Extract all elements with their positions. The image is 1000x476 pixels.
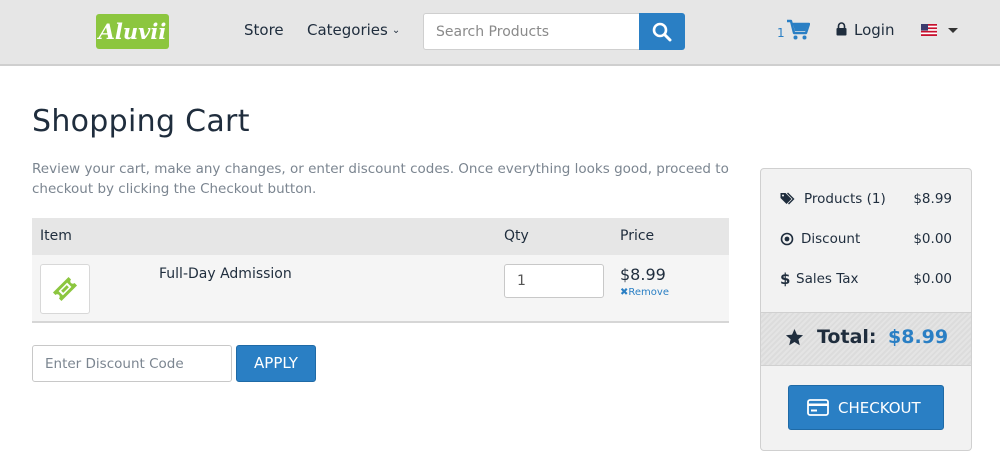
- item-price: $8.99: [620, 265, 666, 284]
- ticket-icon: [52, 276, 78, 302]
- summary-discount-value: $0.00: [913, 231, 952, 247]
- nav-categories-label: Categories: [307, 21, 388, 39]
- column-header-price: Price: [620, 228, 655, 244]
- summary-discount-label: Discount: [801, 231, 861, 247]
- summary-products-row: Products (1) $8.99: [761, 190, 971, 210]
- cart-table: Item Qty Price Full-Day Admission $8.99 …: [32, 218, 729, 323]
- nav-store-link[interactable]: Store: [244, 21, 284, 39]
- column-header-item: Item: [40, 228, 72, 244]
- summary-total-row: Total: $8.99: [761, 312, 971, 366]
- quantity-input[interactable]: [505, 265, 603, 297]
- apply-discount-button[interactable]: APPLY: [236, 345, 316, 382]
- aluvii-logo[interactable]: Aluvii: [96, 14, 169, 49]
- summary-products-label: Products (1): [804, 191, 886, 207]
- item-thumbnail: [40, 264, 90, 314]
- discount-code-field[interactable]: [32, 345, 232, 382]
- chevron-down-icon: ⌄: [391, 25, 401, 36]
- top-header: Aluvii Store Categories⌄ 1 Login: [0, 0, 1000, 66]
- summary-total-label: Total:: [817, 326, 877, 348]
- page-title: Shopping Cart: [32, 104, 250, 139]
- summary-total-value: $8.99: [888, 326, 949, 348]
- cart-count-badge[interactable]: 1: [777, 26, 785, 40]
- column-header-qty: Qty: [504, 228, 529, 244]
- summary-tax-label: Sales Tax: [796, 271, 859, 287]
- search-button[interactable]: [639, 13, 685, 50]
- table-row: Full-Day Admission $8.99 ✖Remove: [32, 255, 729, 323]
- discount-code-input[interactable]: [33, 346, 231, 381]
- dot-circle-icon: [780, 232, 794, 246]
- search-input[interactable]: [424, 14, 640, 49]
- nav-categories-dropdown[interactable]: Categories ⌄: [307, 21, 400, 39]
- search-field[interactable]: [423, 13, 640, 50]
- summary-tax-value: $0.00: [913, 271, 952, 287]
- star-icon: [785, 328, 804, 346]
- quantity-field[interactable]: [504, 264, 604, 298]
- summary-products-value: $8.99: [913, 191, 952, 207]
- caret-down-icon[interactable]: [948, 28, 958, 33]
- remove-item-link[interactable]: ✖Remove: [620, 287, 669, 298]
- summary-tax-row: $ Sales Tax $0.00: [761, 270, 971, 290]
- remove-label: Remove: [628, 287, 669, 298]
- table-header: Item Qty Price: [32, 218, 729, 255]
- cart-icon[interactable]: [786, 19, 810, 41]
- item-name: Full-Day Admission: [159, 266, 292, 282]
- lock-icon: [836, 22, 847, 36]
- summary-discount-row: Discount $0.00: [761, 230, 971, 250]
- credit-card-icon: [807, 399, 829, 416]
- login-link[interactable]: Login: [854, 21, 894, 39]
- order-summary-panel: Products (1) $8.99 Discount $0.00 $ Sale…: [760, 168, 972, 451]
- checkout-label: CHECKOUT: [838, 399, 921, 417]
- tags-icon: [780, 192, 795, 205]
- us-flag-icon[interactable]: [921, 24, 937, 36]
- cart-instructions: Review your cart, make any changes, or e…: [32, 161, 729, 197]
- search-icon: [652, 22, 672, 41]
- dollar-icon: $: [780, 270, 791, 288]
- checkout-button[interactable]: CHECKOUT: [788, 385, 944, 430]
